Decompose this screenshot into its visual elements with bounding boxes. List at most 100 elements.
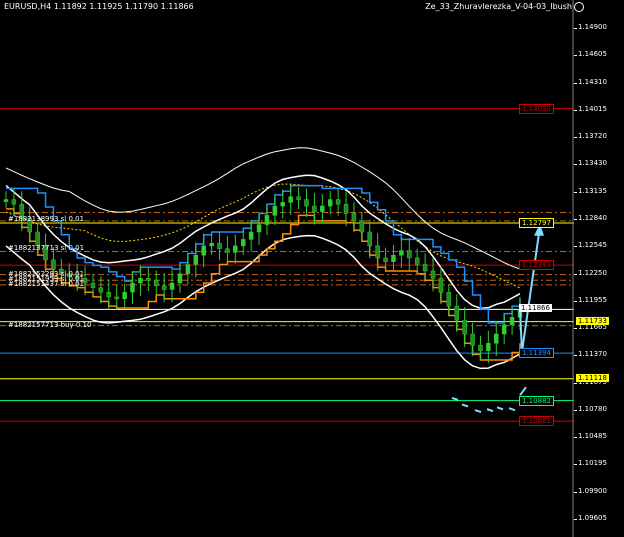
price-level-badge: 1.10661: [519, 416, 554, 427]
candle-body: [359, 220, 365, 233]
candle-body: [153, 279, 159, 287]
candle-body: [407, 250, 412, 259]
price-level-badge: 1.11118: [576, 373, 609, 382]
price-tick-label: 1.13135: [578, 186, 607, 195]
price-tick-label: 1.09605: [578, 514, 607, 522]
price-tick-mark: [574, 273, 577, 275]
price-level-badge: 1.12343: [519, 260, 554, 271]
price-tick-mark: [574, 464, 577, 466]
candle-body: [114, 296, 119, 300]
price-tick-mark: [574, 191, 577, 193]
price-level-badge: 1.11733: [576, 316, 609, 325]
candle-body: [90, 282, 96, 288]
candle-body: [296, 196, 301, 200]
candle-body: [375, 245, 380, 259]
candle-body: [240, 239, 246, 247]
price-tick-mark: [574, 519, 577, 520]
price-level-badge: 1.14030: [519, 103, 554, 114]
chart-window[interactable]: EURUSD,H4 1.11892 1.11925 1.11790 1.1186…: [0, 0, 624, 537]
price-plot[interactable]: [0, 0, 574, 537]
candle-body: [3, 199, 9, 202]
order-label: #1882137713 sl 0.01: [8, 243, 85, 252]
candle-body: [430, 270, 436, 279]
candle-body: [256, 224, 262, 233]
order-label: #1882157713 buy 0.10: [8, 320, 92, 329]
price-tick-label: 1.10195: [578, 459, 607, 468]
price-tick-label: 1.10485: [578, 432, 607, 441]
candle-body: [327, 199, 333, 207]
order-label: #1882151437 sl 0.01: [8, 279, 85, 288]
candle-body: [217, 242, 222, 249]
price-level-badge: 1.10882: [519, 395, 554, 406]
candle-body: [509, 317, 515, 325]
price-tick-label: 1.12545: [578, 241, 607, 250]
price-level-badge: 1.11866: [519, 304, 552, 313]
candle-body: [233, 245, 238, 253]
candle-body: [177, 273, 183, 284]
candle-body: [312, 205, 317, 212]
candle-body: [446, 292, 452, 307]
candle-body: [288, 196, 293, 203]
price-axis[interactable]: 1.14900 1.14605 1.14310 1.14015 1.13720 1.134…: [574, 0, 624, 537]
price-tick-mark: [574, 382, 577, 384]
price-tick-label: 1.11370: [578, 350, 607, 359]
price-tick-label: 1.10780: [578, 405, 607, 414]
price-tick-mark: [574, 137, 577, 139]
price-tick-label: 1.12840: [578, 214, 607, 223]
price-tick-mark: [574, 301, 577, 303]
candle-body: [106, 292, 112, 298]
candle-body: [454, 305, 459, 321]
candle-body: [161, 285, 167, 290]
candle-body: [272, 205, 278, 216]
price-tick-label: 1.11955: [578, 296, 607, 305]
price-tick-label: 1.09900: [578, 486, 607, 495]
price-tick-label: 1.14015: [578, 105, 607, 114]
candle-body: [51, 259, 56, 270]
candle-body: [486, 343, 491, 351]
candle-body: [185, 264, 191, 274]
candle-body: [130, 282, 135, 293]
candle-body: [367, 231, 373, 247]
candle-body: [351, 213, 357, 222]
price-tick-mark: [574, 246, 577, 248]
candle-body: [138, 278, 143, 284]
price-level-badge: 1.12797: [519, 218, 554, 228]
candle-body: [169, 282, 175, 290]
candle-body: [438, 278, 444, 293]
candle-body: [146, 278, 151, 281]
candle-body: [422, 264, 428, 272]
price-tick-mark: [574, 110, 577, 112]
candle-body: [304, 199, 309, 207]
symbol-ohlc-header: EURUSD,H4 1.11892 1.11925 1.11790 1.1186…: [4, 2, 194, 11]
price-level-badge: 1.11394: [519, 348, 554, 359]
candle-body: [248, 231, 254, 240]
candle-body: [391, 254, 396, 262]
candle-body: [335, 199, 341, 205]
price-tick-label: 1.13720: [578, 132, 607, 141]
candle-body: [470, 333, 475, 346]
price-tick-mark: [574, 410, 577, 412]
candle-body: [122, 292, 127, 300]
price-tick-mark: [574, 82, 577, 84]
candle-body: [193, 254, 199, 265]
candle-body: [209, 242, 214, 247]
candle-body: [414, 257, 420, 265]
price-tick-mark: [574, 491, 577, 493]
price-tick-mark: [574, 437, 577, 439]
price-tick-label: 1.13430: [578, 159, 607, 168]
price-tick-mark: [574, 28, 577, 29]
price-tick-label: 1.14605: [578, 50, 607, 59]
candle-body: [462, 319, 467, 335]
price-tick-label: 1.12250: [578, 268, 607, 277]
price-tick-mark: [574, 219, 577, 221]
price-tick-label: 1.14310: [578, 77, 607, 86]
price-tick-mark: [574, 327, 577, 329]
candle-body: [201, 245, 206, 256]
candle-body: [383, 257, 388, 262]
order-label: #1882138993 sl 0.01: [8, 214, 85, 223]
candle-body: [478, 344, 483, 351]
candle-body: [399, 250, 404, 256]
candle-body: [343, 203, 349, 214]
indicator-name: Ze_33_Zhuravlerezka_V-04-03_Ibush: [425, 2, 572, 11]
candle-body: [98, 287, 104, 293]
